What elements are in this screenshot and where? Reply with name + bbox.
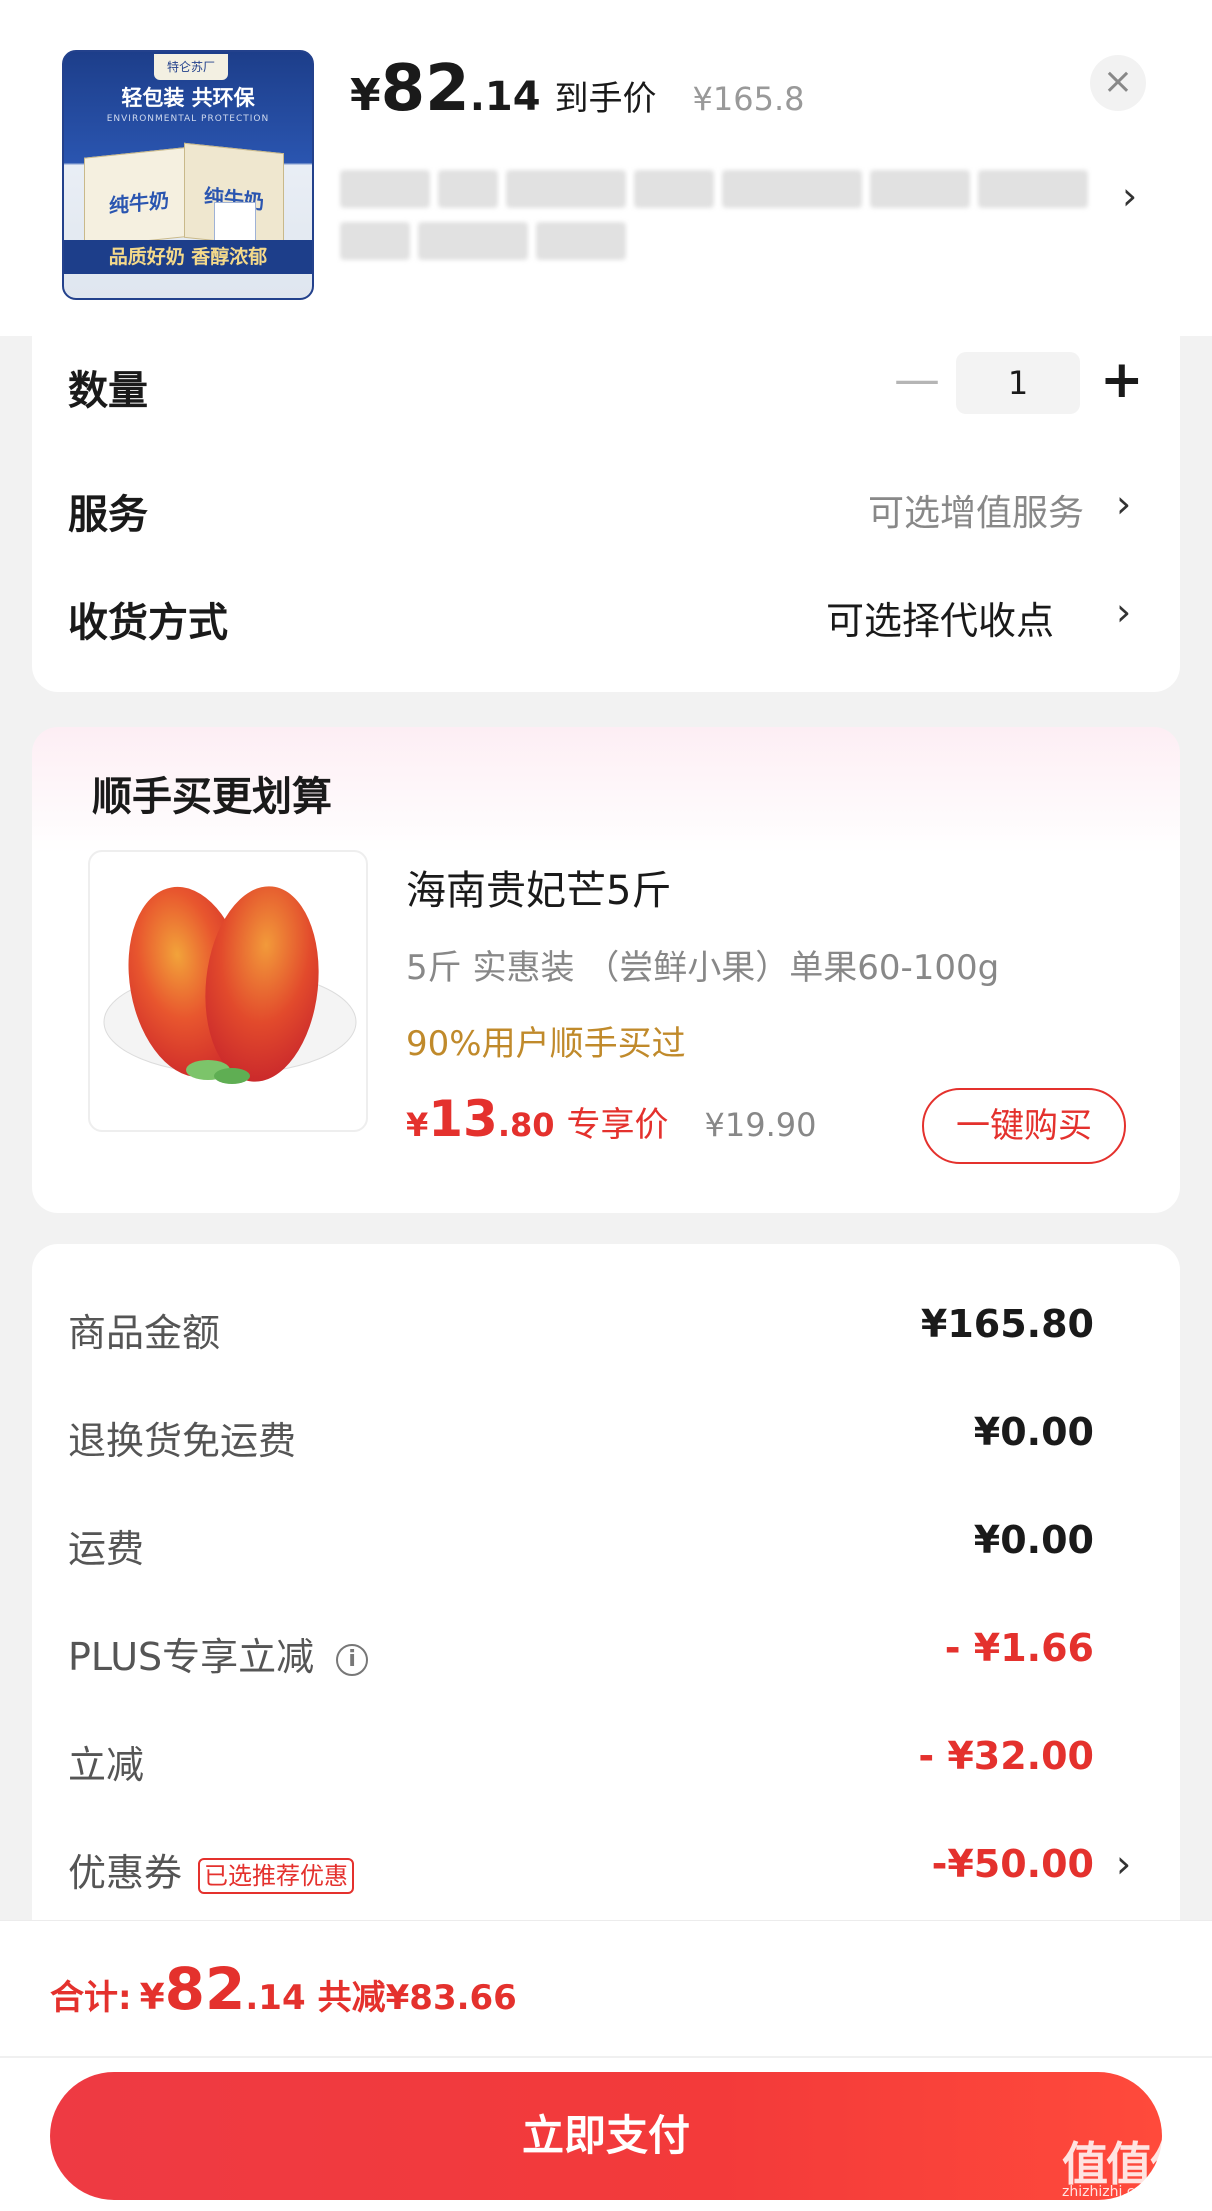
product-thumbnail[interactable]: 特仑苏厂 轻包装 共环保 ENVIRONMENTAL PROTECTION 纯牛… [62,50,314,300]
info-icon[interactable]: i [336,1643,369,1676]
upsell-price: ¥13.80 专享价 ¥19.90 [406,1090,817,1148]
price-symbol: ¥ [350,70,381,121]
summary-label-plus: PLUS专享立减 [68,1635,315,1679]
price-integer: 82 [380,52,470,126]
upsell-price-integer: 13 [428,1090,498,1148]
summary-label-coupon: 优惠券 [68,1851,183,1895]
quantity-input[interactable]: 1 [956,352,1080,414]
upsell-popular-text: 90%用户顺手买过 [406,1024,686,1064]
mango-icon [103,886,357,1084]
quantity-label: 数量 [68,368,148,414]
delivery-value[interactable]: 可选择代收点 [826,590,1054,645]
thumb-slogan: 轻包装 共环保 [121,86,255,110]
total-integer: 82 [164,1955,246,2023]
close-icon: × [1102,61,1134,102]
upsell-title: 顺手买更划算 [92,774,332,820]
summary-value-return-shipping: ¥0.00 [973,1410,1094,1454]
summary-value-plus: - ¥1.66 [944,1626,1094,1670]
total-label: 合计: [50,1978,132,2018]
total-saved: 共减¥83.66 [317,1978,517,2018]
summary-value-shipping: ¥0.00 [973,1518,1094,1562]
quantity-decrease-button[interactable]: — [894,352,940,406]
divider [0,2056,1212,2058]
thumb-slogan-en: ENVIRONMENTAL PROTECTION [106,114,270,124]
service-value[interactable]: 可选增值服务 [868,484,1084,536]
close-button[interactable]: × [1090,55,1146,111]
delivery-chevron-icon[interactable]: › [1116,590,1131,634]
upsell-item-name[interactable]: 海南贵妃芒5斤 [406,858,671,916]
summary-value-goods: ¥165.80 [920,1302,1094,1346]
title-chevron-icon[interactable]: › [1122,174,1137,218]
service-label: 服务 [68,492,148,538]
pay-now-button[interactable]: 立即支付 [50,2072,1162,2200]
summary-label-goods: 商品金额 [68,1311,221,1355]
one-click-buy-button[interactable]: 一键购买 [922,1088,1126,1164]
upsell-original-price: ¥19.90 [704,1106,817,1144]
upsell-price-symbol: ¥ [406,1106,429,1144]
upsell-item-spec: 5斤 实惠装 （尝鲜小果）单果60-100g [406,948,1000,988]
summary-value-coupon[interactable]: -¥50.00 [794,1842,1094,1886]
upsell-price-decimal: .80 [497,1106,555,1144]
original-price: ¥165.8 [692,80,805,118]
price-tag: 到手价 [554,79,657,119]
order-total: 合计: ¥82.14 共减¥83.66 [50,1955,517,2023]
service-chevron-icon[interactable]: › [1116,482,1131,526]
coupon-chevron-icon[interactable]: › [1116,1842,1131,1886]
thumb-box-left: 纯牛奶 [84,146,194,248]
upsell-price-tag: 专享价 [566,1105,669,1145]
summary-row-coupon[interactable]: 优惠券 已选推荐优惠 [68,1842,355,1897]
final-price: ¥82.14 到手价 ¥165.8 [350,52,805,132]
thumb-box-label: 纯牛奶 [109,187,169,219]
summary-label-return-shipping: 退换货免运费 [68,1419,297,1463]
watermark-url: zhizhizhi.com [1062,2184,1157,2200]
thumb-quality: 品质好奶 香醇浓郁 [64,240,312,274]
delivery-label: 收货方式 [68,600,228,646]
summary-value-discount: - ¥32.00 [918,1734,1094,1778]
summary-label-shipping: 运费 [68,1527,145,1571]
mango-thumbnail[interactable] [88,850,368,1132]
total-symbol: ¥ [139,1977,165,2018]
quantity-increase-button[interactable]: + [1100,350,1144,410]
thumb-brand: 特仑苏厂 [154,54,228,80]
coupon-badge: 已选推荐优惠 [198,1857,355,1894]
price-decimal: .14 [469,74,541,120]
total-decimal: .14 [245,1978,306,2018]
summary-label-discount: 立减 [68,1743,145,1787]
product-title-blurred[interactable] [340,170,1090,274]
summary-row-plus: PLUS专享立减 i [68,1626,369,1681]
